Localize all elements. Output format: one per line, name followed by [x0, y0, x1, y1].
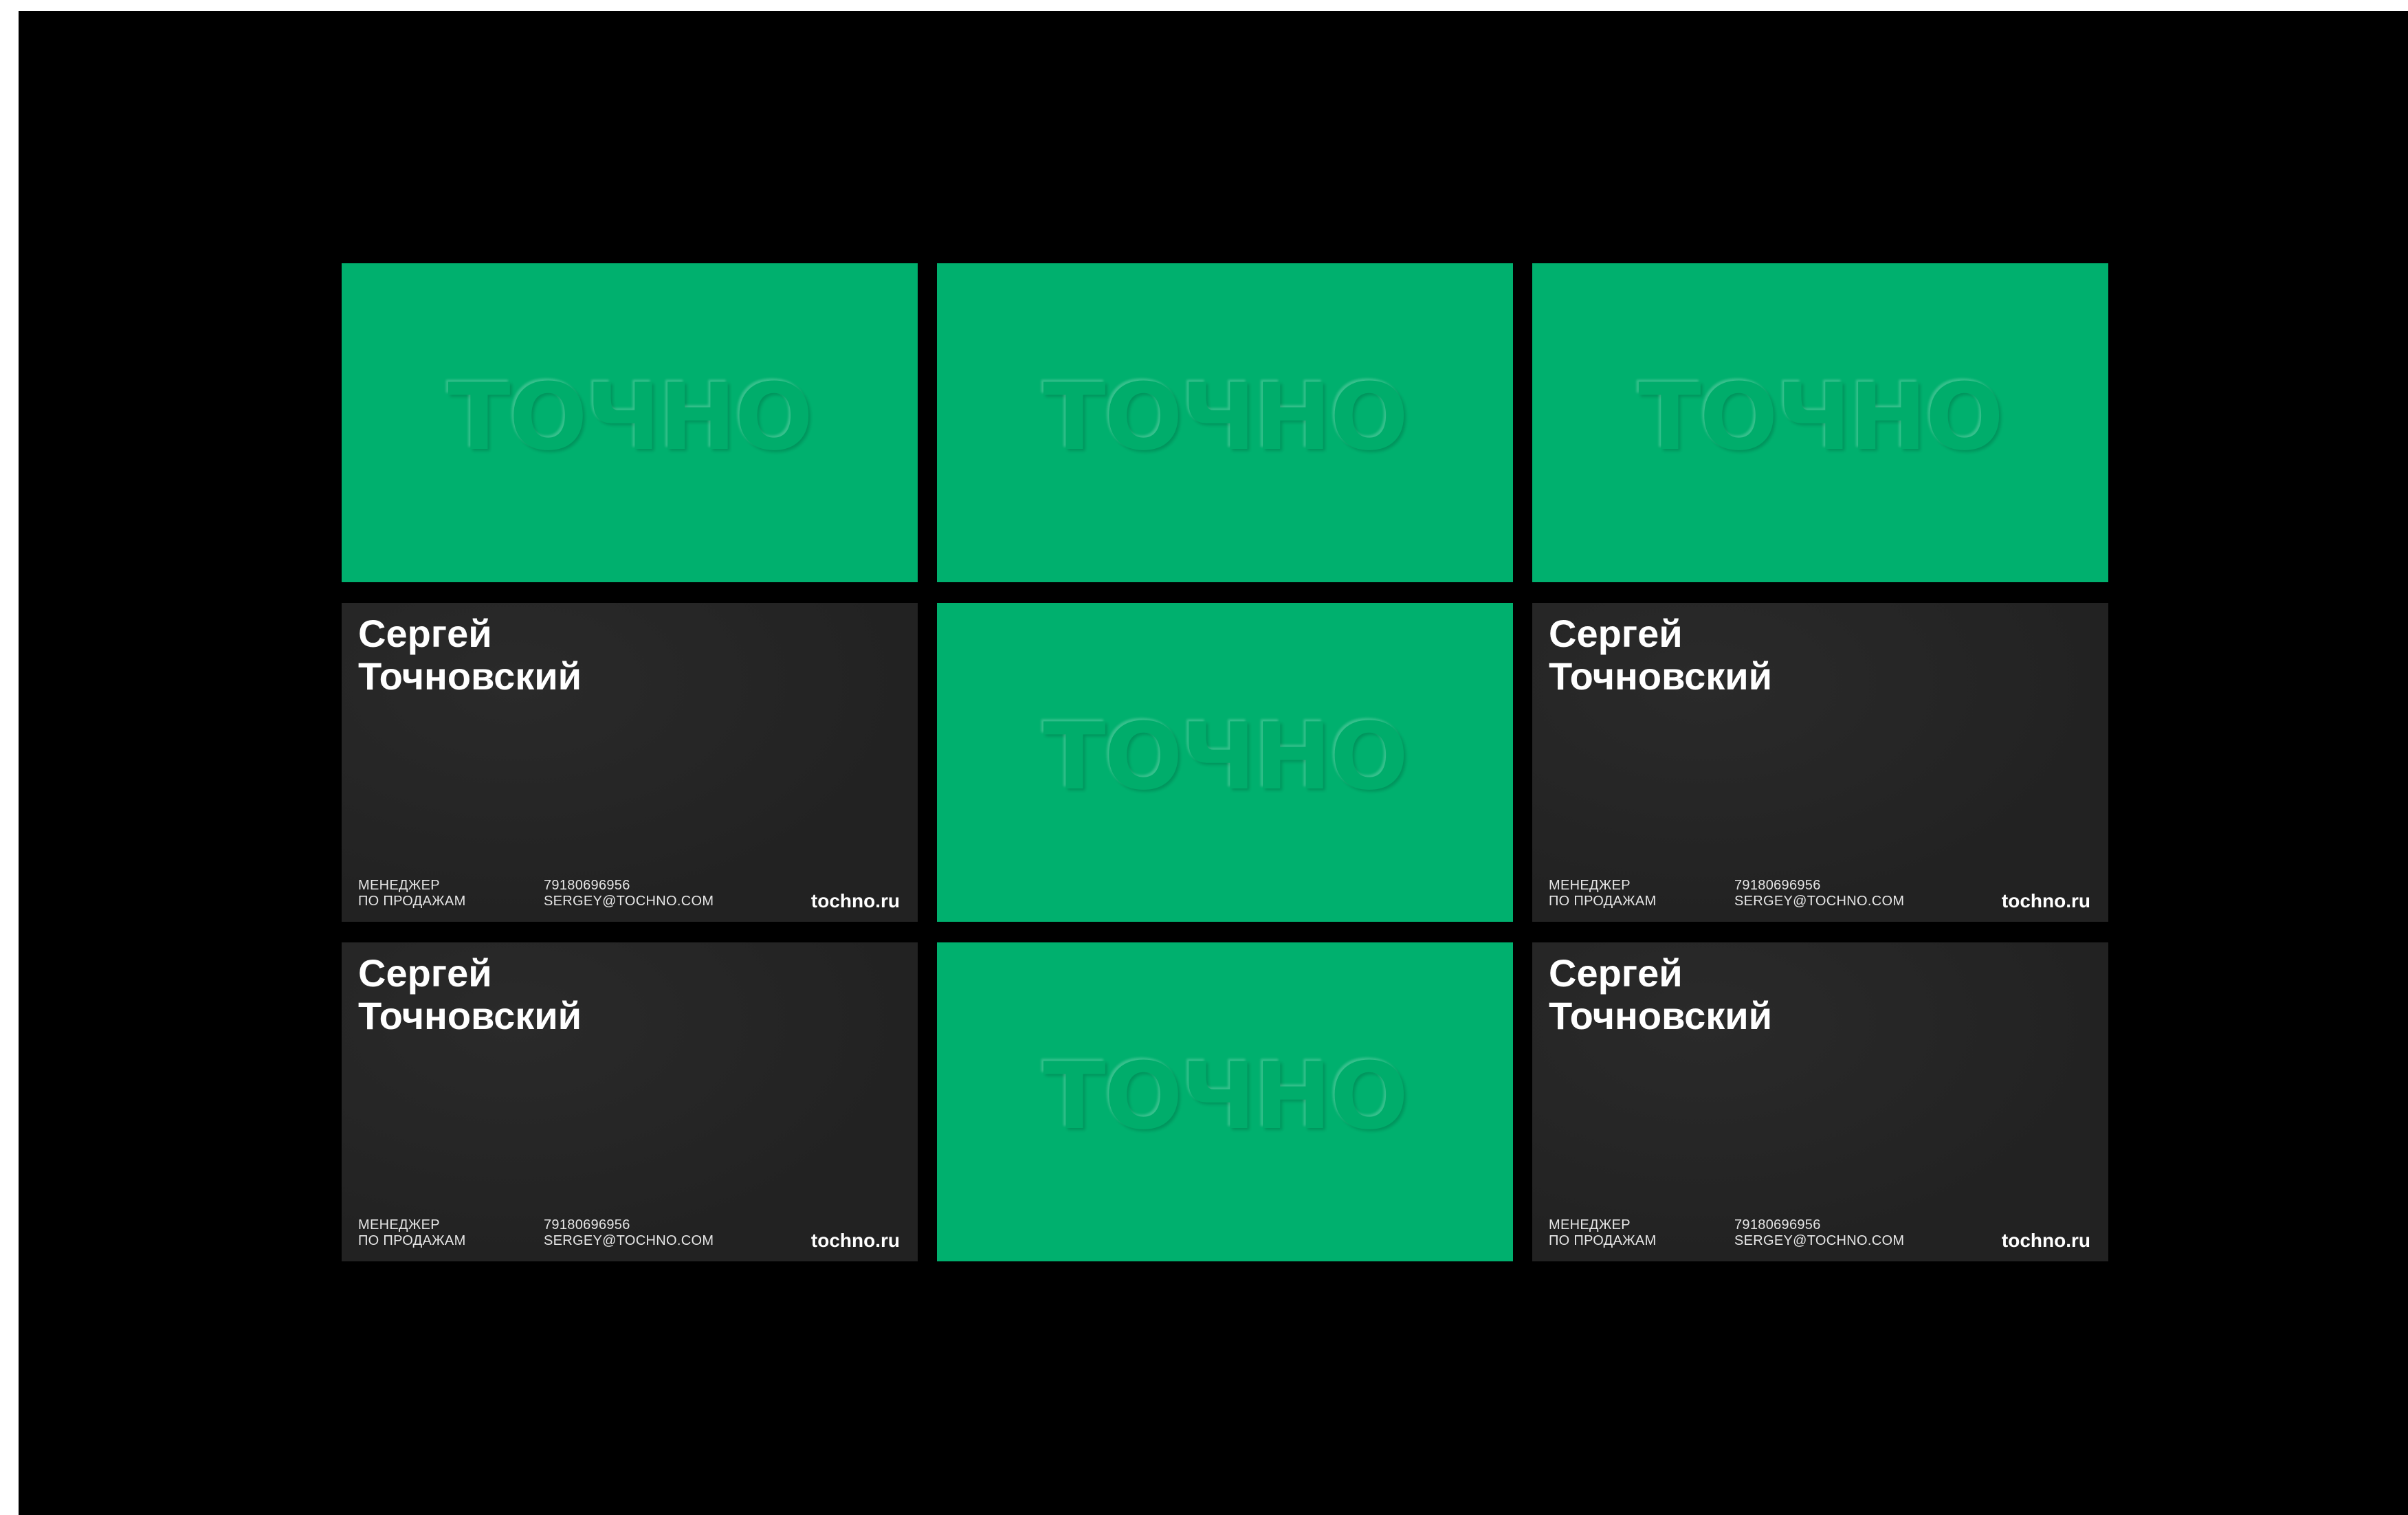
last-name: Точновский — [1549, 994, 1773, 1037]
embossed-logo: ТОЧНО — [1043, 703, 1409, 810]
mockup-background: ТОЧНО ТОЧНО ТОЧНО Сергей Точновский МЕНЕ… — [19, 11, 2408, 1515]
embossed-logo: ТОЧНО — [1638, 364, 2004, 471]
card-front-green: ТОЧНО — [1532, 263, 2108, 582]
job-title-line2: ПО ПРОДАЖАМ — [1549, 1233, 1657, 1248]
phone-number: 79180696956 — [544, 1217, 630, 1232]
email-address: SERGEY@TOCHNO.COM — [544, 894, 714, 909]
contact-info: 79180696956 SERGEY@TOCHNO.COM — [1734, 1217, 1904, 1249]
card-front-green: ТОЧНО — [937, 942, 1513, 1261]
job-title-line2: ПО ПРОДАЖАМ — [358, 894, 466, 909]
contact-info: 79180696956 SERGEY@TOCHNO.COM — [544, 1217, 714, 1249]
card-front-green: ТОЧНО — [937, 263, 1513, 582]
person-name: Сергей Точновский — [358, 952, 582, 1037]
phone-number: 79180696956 — [1734, 1217, 1821, 1232]
embossed-logo: ТОЧНО — [1043, 1043, 1409, 1150]
job-title-line1: МЕНЕДЖЕР — [358, 878, 440, 893]
person-name: Сергей Точновский — [1549, 612, 1772, 698]
website-url: tochno.ru — [2001, 890, 2090, 911]
email-address: SERGEY@TOCHNO.COM — [1734, 1233, 1905, 1248]
email-address: SERGEY@TOCHNO.COM — [1734, 894, 1905, 909]
last-name: Точновский — [1549, 654, 1773, 698]
person-name: Сергей Точновский — [1549, 952, 1772, 1037]
job-title: МЕНЕДЖЕР ПО ПРОДАЖАМ — [358, 878, 466, 909]
first-name: Сергей — [358, 951, 492, 995]
card-back-dark: Сергей Точновский МЕНЕДЖЕР ПО ПРОДАЖАМ 7… — [1532, 942, 2108, 1261]
card-back-dark: Сергей Точновский МЕНЕДЖЕР ПО ПРОДАЖАМ 7… — [342, 942, 918, 1261]
website-url: tochno.ru — [810, 1230, 900, 1251]
card-front-green: ТОЧНО — [937, 603, 1513, 922]
job-title-line1: МЕНЕДЖЕР — [1549, 1217, 1631, 1232]
first-name: Сергей — [1549, 612, 1683, 655]
job-title-line1: МЕНЕДЖЕР — [358, 1217, 440, 1232]
card-front-green: ТОЧНО — [342, 263, 918, 582]
contact-info: 79180696956 SERGEY@TOCHNO.COM — [1734, 878, 1904, 909]
last-name: Точновский — [358, 994, 582, 1037]
embossed-logo: ТОЧНО — [448, 364, 813, 471]
first-name: Сергей — [358, 612, 492, 655]
website-url: tochno.ru — [2001, 1230, 2090, 1251]
phone-number: 79180696956 — [1734, 878, 1821, 893]
last-name: Точновский — [358, 654, 582, 698]
job-title: МЕНЕДЖЕР ПО ПРОДАЖАМ — [358, 1217, 466, 1249]
job-title: МЕНЕДЖЕР ПО ПРОДАЖАМ — [1549, 1217, 1657, 1249]
business-card-grid: ТОЧНО ТОЧНО ТОЧНО Сергей Точновский МЕНЕ… — [342, 263, 2108, 1261]
job-title: МЕНЕДЖЕР ПО ПРОДАЖАМ — [1549, 878, 1657, 909]
job-title-line1: МЕНЕДЖЕР — [1549, 878, 1631, 893]
first-name: Сергей — [1549, 951, 1683, 995]
person-name: Сергей Точновский — [358, 612, 582, 698]
phone-number: 79180696956 — [544, 878, 630, 893]
job-title-line2: ПО ПРОДАЖАМ — [1549, 894, 1657, 909]
job-title-line2: ПО ПРОДАЖАМ — [358, 1233, 466, 1248]
contact-info: 79180696956 SERGEY@TOCHNO.COM — [544, 878, 714, 909]
website-url: tochno.ru — [810, 890, 900, 911]
embossed-logo: ТОЧНО — [1043, 364, 1409, 471]
card-back-dark: Сергей Точновский МЕНЕДЖЕР ПО ПРОДАЖАМ 7… — [1532, 603, 2108, 922]
card-back-dark: Сергей Точновский МЕНЕДЖЕР ПО ПРОДАЖАМ 7… — [342, 603, 918, 922]
email-address: SERGEY@TOCHNO.COM — [544, 1233, 714, 1248]
